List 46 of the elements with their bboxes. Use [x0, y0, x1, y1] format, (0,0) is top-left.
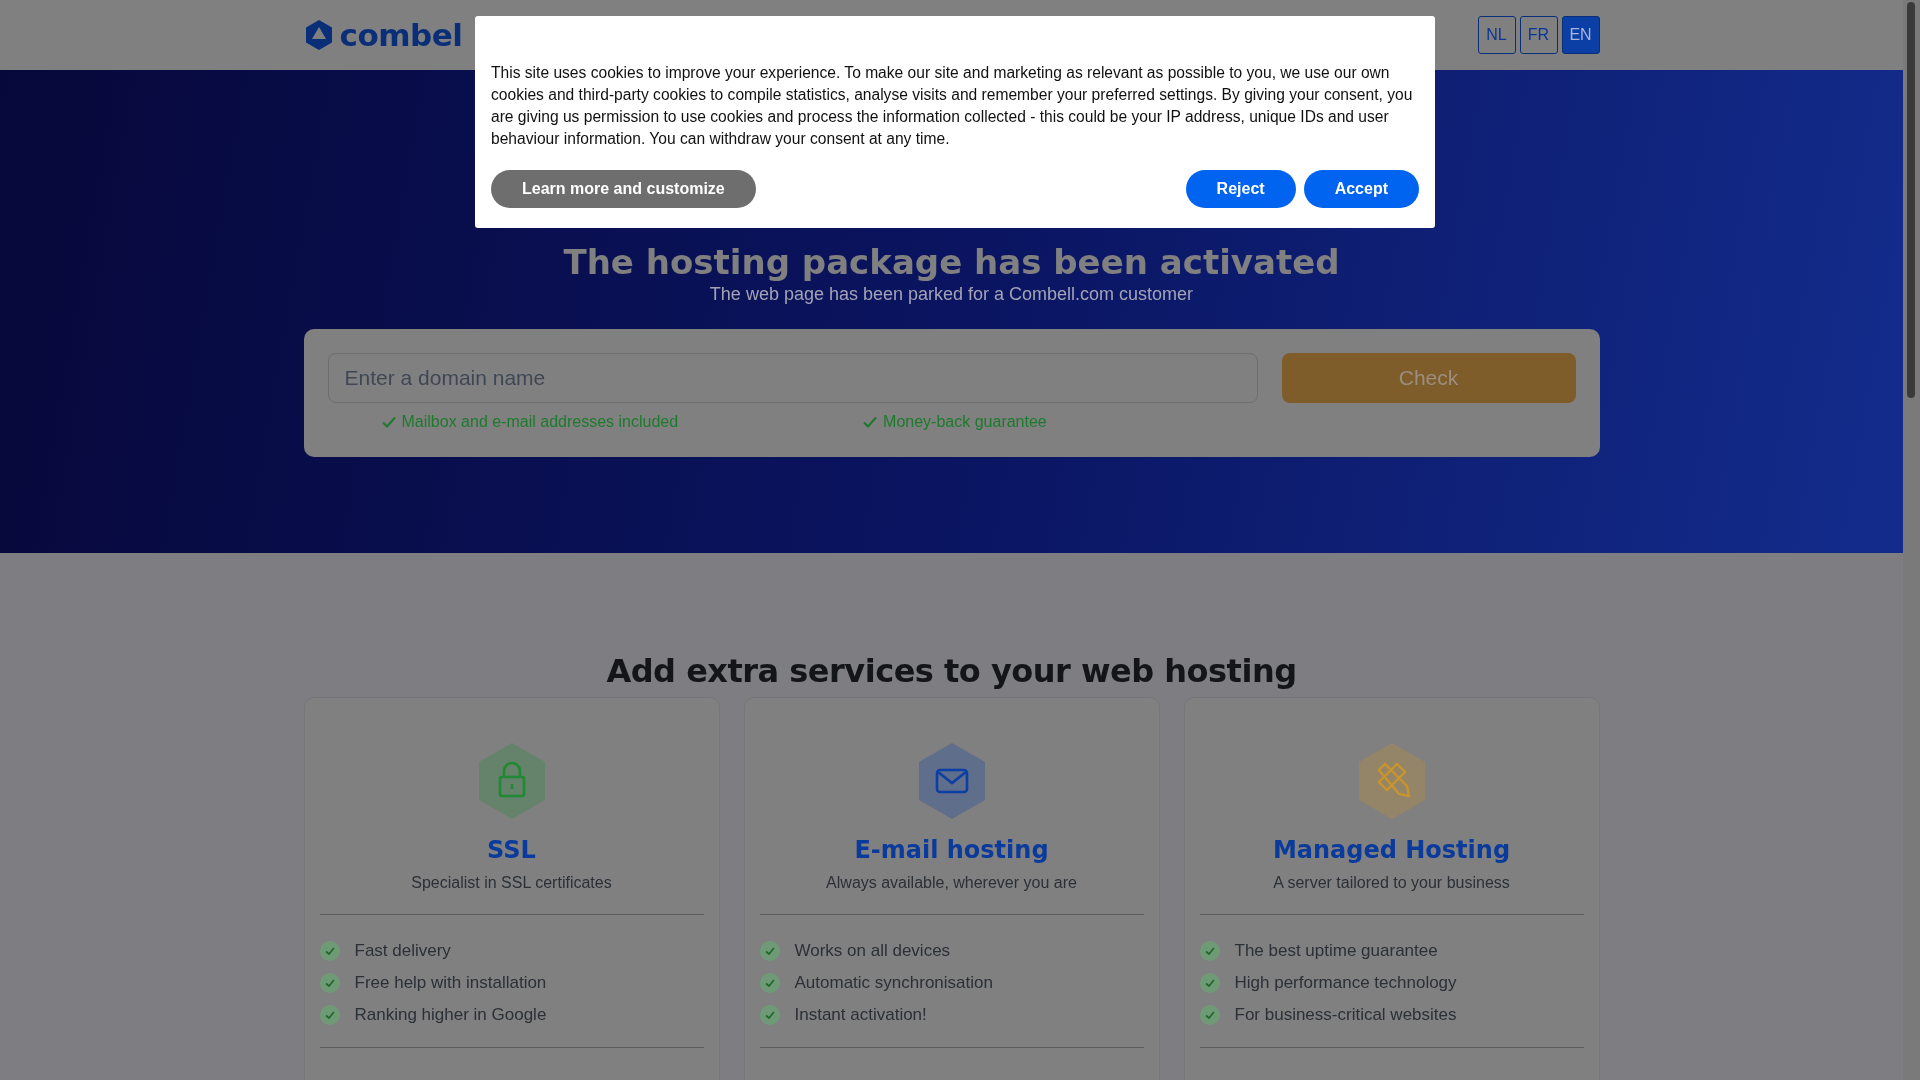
- feature-text: Mailbox and e-mail addresses included: [401, 413, 679, 431]
- section-heading: Add extra services to your web hosting: [605, 651, 1298, 692]
- reject-button[interactable]: Reject: [1185, 170, 1296, 208]
- checkmark-icon: [1199, 941, 1220, 961]
- checkmark-icon: [759, 973, 780, 993]
- feature-text: Money-back guarantee: [883, 413, 1047, 431]
- lock-icon: [476, 742, 547, 820]
- card-title: Managed Hosting: [1272, 835, 1511, 866]
- language-button[interactable]: FR: [1519, 16, 1558, 54]
- scrollbar[interactable]: [1903, 0, 1920, 1080]
- card-subtitle: Specialist in SSL certificates: [411, 874, 612, 892]
- checkmark-icon: [1199, 973, 1220, 993]
- language-button[interactable]: NL: [1477, 16, 1516, 54]
- checkmark-icon: [319, 941, 340, 961]
- feature-text: Instant activation!: [794, 1005, 927, 1025]
- checkmark-icon: [319, 1005, 340, 1025]
- logo-text: combel: [339, 17, 463, 53]
- domain-input-field[interactable]: Enter a domain name: [327, 353, 1258, 403]
- checkmark-icon: [863, 416, 878, 428]
- checkmark-icon: [381, 416, 396, 428]
- language-button[interactable]: EN: [1561, 16, 1600, 54]
- accept-button[interactable]: Accept: [1303, 170, 1419, 208]
- card-subtitle: A server tailored to your business: [1273, 874, 1510, 892]
- checkmark-icon: [759, 941, 780, 961]
- card-subtitle: Always available, wherever you are: [826, 874, 1077, 892]
- scrollbar-thumb[interactable]: [1907, 2, 1915, 398]
- feature-text: Automatic synchronisation: [794, 973, 993, 993]
- feature-text: For business-critical websites: [1234, 1005, 1457, 1025]
- hero-subtitle: The web page has been parked for a Combell.com customer: [709, 284, 1194, 305]
- checkmark-icon: [319, 973, 340, 993]
- feature-text: Ranking higher in Google: [354, 1005, 547, 1025]
- hero-title: The hosting package has been activated: [563, 242, 1340, 282]
- logo-icon: [303, 19, 334, 51]
- feature-text: The best uptime guarantee: [1234, 941, 1438, 961]
- card-title: SSL: [487, 835, 536, 866]
- checkmark-icon: [759, 1005, 780, 1025]
- feature-text: Fast delivery: [354, 941, 451, 961]
- cookie-notice-text: This site uses cookies to improve your experience. To make our site and marketing as relevant as possible to you, we use our own cookies and third-party cookies to compile statistics, analyse visits and remember your preferred settings. By giving your consent, you are giving us permission to use cookies and process the information collected - this could be your IP address, unique IDs and user behaviour information. You can withdraw your consent at any time.: [491, 63, 1414, 149]
- checkmark-icon: [1199, 1005, 1220, 1025]
- pencil-ruler-icon: [1356, 742, 1427, 820]
- feature-text: High performance technology: [1234, 973, 1457, 993]
- feature-text: Free help with installation: [354, 973, 547, 993]
- card-title: E-mail hosting: [854, 835, 1049, 866]
- feature-text: Works on all devices: [794, 941, 951, 961]
- learn-more-button[interactable]: Learn more and customize: [491, 170, 756, 208]
- envelope-icon: [916, 742, 987, 820]
